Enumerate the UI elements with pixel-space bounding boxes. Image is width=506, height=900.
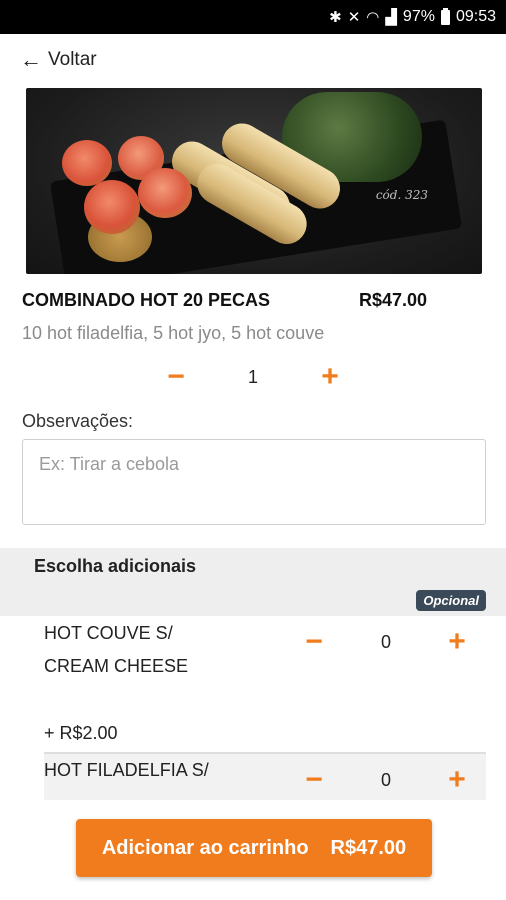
addon-increase-button[interactable]: + [442, 627, 472, 657]
battery-percent: 97% [402, 8, 435, 25]
addon-decrease-button[interactable]: − [299, 627, 329, 657]
battery-icon [440, 7, 450, 25]
observations-label: Observações: [22, 411, 134, 431]
arrow-left-icon: ← [20, 47, 42, 72]
sushi-piece [138, 168, 192, 218]
image-code-label: cód. 323 [375, 188, 428, 202]
sushi-piece [62, 140, 112, 186]
addons-header: Escolha adicionais Opcional [0, 548, 506, 616]
quantity-stepper: − 1 + [0, 362, 506, 396]
header: ← Voltar [0, 34, 506, 86]
addon-increase-button[interactable]: + [442, 765, 472, 795]
product-name: COMBINADO HOT 20 PECAS [22, 290, 271, 310]
addon-quantity: 0 [380, 632, 391, 652]
mute-icon: ✕ [347, 9, 361, 26]
bluetooth-icon: ✱ [329, 9, 342, 26]
signal-icon: ▟ [385, 9, 397, 26]
addon-quantity: 0 [380, 770, 391, 790]
wifi-icon: ◠ [366, 9, 380, 26]
addon-name-line: CREAM CHEESE [44, 656, 189, 676]
addon-decrease-button[interactable]: − [299, 765, 329, 795]
addon-name-line: HOT FILADELFIA S/ [44, 760, 209, 780]
cart-total: R$47.00 [330, 836, 407, 859]
addon-price: + R$2.00 [44, 723, 118, 743]
product-description: 10 hot filadelfia, 5 hot jyo, 5 hot couv… [22, 323, 325, 343]
product-title-row: COMBINADO HOT 20 PECAS R$47.00 [22, 290, 462, 311]
product-price: R$47.00 [359, 290, 428, 310]
addons-title: Escolha adicionais [34, 556, 197, 576]
back-label: Voltar [48, 49, 97, 70]
decrease-quantity-button[interactable]: − [161, 362, 191, 392]
clock: 09:53 [455, 8, 496, 25]
add-to-cart-button[interactable]: Adicionar ao carrinho R$47.00 [76, 819, 432, 877]
status-bar: ✱ ✕ ◠ ▟ 97% 09:53 [0, 0, 506, 34]
observations-input[interactable] [22, 439, 486, 525]
sushi-piece [84, 180, 140, 234]
add-to-cart-label: Adicionar ao carrinho [101, 836, 309, 859]
quantity-value: 1 [247, 367, 258, 387]
back-button[interactable]: ← Voltar [20, 49, 97, 71]
addon-name-line: HOT COUVE S/ [44, 623, 173, 643]
optional-badge: Opcional [416, 590, 486, 611]
product-image: cód. 323 [26, 88, 482, 274]
increase-quantity-button[interactable]: + [315, 362, 345, 392]
